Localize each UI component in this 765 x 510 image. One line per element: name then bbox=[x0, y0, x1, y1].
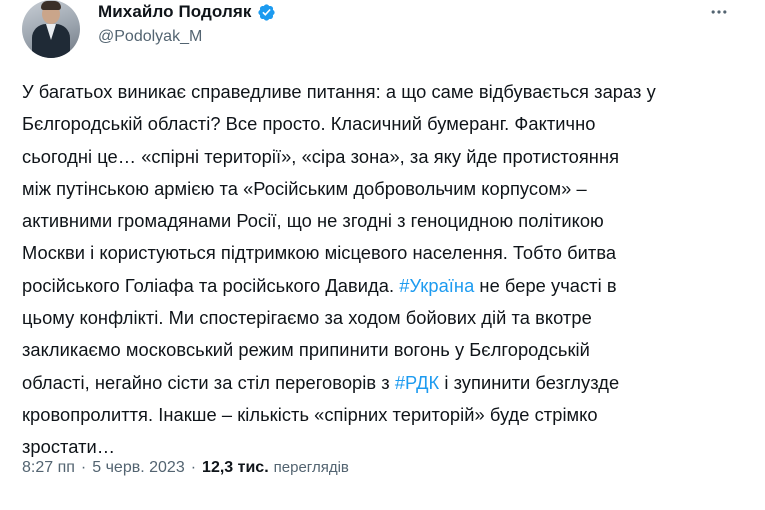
tweet-text-segment: сьогодні це… «спірні території», «сіра з… bbox=[22, 145, 620, 167]
author-handle[interactable]: @Podolyak_M bbox=[98, 28, 202, 46]
verified-badge-icon[interactable] bbox=[257, 3, 276, 22]
author-name-row: Михайло Подоляк bbox=[98, 1, 276, 23]
tweet-text-segment: цьому конфлікті. Ми спостерігаємо за ход… bbox=[22, 307, 592, 329]
tweet-text: У багатьох виникає справедливе питання: … bbox=[22, 76, 747, 464]
tweet-text-segment: російського Голіафа та російського Давид… bbox=[22, 274, 400, 296]
tweet-text-segment: У багатьох виникає справедливе питання: … bbox=[22, 81, 656, 102]
avatar-hair-shape bbox=[41, 1, 61, 10]
tweet-text-segment: області, негайно сісти за стіл переговор… bbox=[22, 371, 395, 393]
tweet-text-segment: не бере участі в bbox=[474, 274, 617, 296]
views-label: переглядів bbox=[273, 459, 349, 476]
tweet-text-line: Бєлгородській області? Все просто. Класи… bbox=[22, 108, 747, 140]
tweet-text-line: кровопролиття. Інакше – кількість «спірн… bbox=[22, 399, 747, 431]
tweet-text-segment: і зупинити безглузде bbox=[439, 371, 620, 393]
tweet-text-segment: активними громадянами Росії, що не згодн… bbox=[22, 210, 604, 232]
avatar[interactable] bbox=[22, 0, 80, 58]
tweet-text-line: сьогодні це… «спірні території», «сіра з… bbox=[22, 141, 747, 173]
tweet-text-segment: між путінською армією та «Російським доб… bbox=[22, 177, 587, 199]
more-horizontal-icon bbox=[711, 10, 727, 14]
tweet-text-segment: Бєлгородській області? Все просто. Класи… bbox=[22, 113, 596, 135]
tweet-text-segment: Москви і користуються підтримкою місцево… bbox=[22, 242, 617, 264]
tweet-text-segment: закликаємо московський режим припинити в… bbox=[22, 339, 590, 361]
post-date[interactable]: 5 черв. 2023 bbox=[92, 459, 184, 477]
tweet-text-line: між путінською армією та «Російським доб… bbox=[22, 173, 747, 205]
tweet-text-line: закликаємо московський режим припинити в… bbox=[22, 334, 747, 366]
more-options-button[interactable] bbox=[708, 2, 730, 22]
meta-separator: · bbox=[190, 459, 197, 476]
author-display-name[interactable]: Михайло Подоляк bbox=[98, 2, 252, 22]
post-time[interactable]: 8:27 пп bbox=[22, 459, 75, 477]
hashtag-link[interactable]: #РДК bbox=[395, 372, 439, 393]
meta-separator: · bbox=[80, 459, 87, 476]
tweet-meta: 8:27 пп · 5 черв. 2023 · 12,3 тис. перег… bbox=[22, 459, 349, 477]
tweet-text-segment: зростати… bbox=[22, 436, 116, 458]
tweet-text-line: активними громадянами Росії, що не згодн… bbox=[22, 205, 747, 237]
tweet-text-line: цьому конфлікті. Ми спостерігаємо за ход… bbox=[22, 302, 747, 334]
hashtag-link[interactable]: #Україна bbox=[399, 275, 474, 296]
tweet-text-line: російського Голіафа та російського Давид… bbox=[22, 270, 747, 302]
tweet-text-line: У багатьох виникає справедливе питання: … bbox=[22, 76, 747, 108]
tweet: Михайло Подоляк @Podolyak_M У багатьох в… bbox=[0, 0, 765, 510]
tweet-text-line: області, негайно сісти за стіл переговор… bbox=[22, 367, 747, 399]
tweet-text-segment: кровопролиття. Інакше – кількість «спірн… bbox=[22, 403, 598, 425]
tweet-text-line: Москви і користуються підтримкою місцево… bbox=[22, 237, 747, 269]
tweet-header: Михайло Подоляк @Podolyak_M bbox=[22, 0, 742, 62]
views-count: 12,3 тис. bbox=[202, 459, 269, 476]
